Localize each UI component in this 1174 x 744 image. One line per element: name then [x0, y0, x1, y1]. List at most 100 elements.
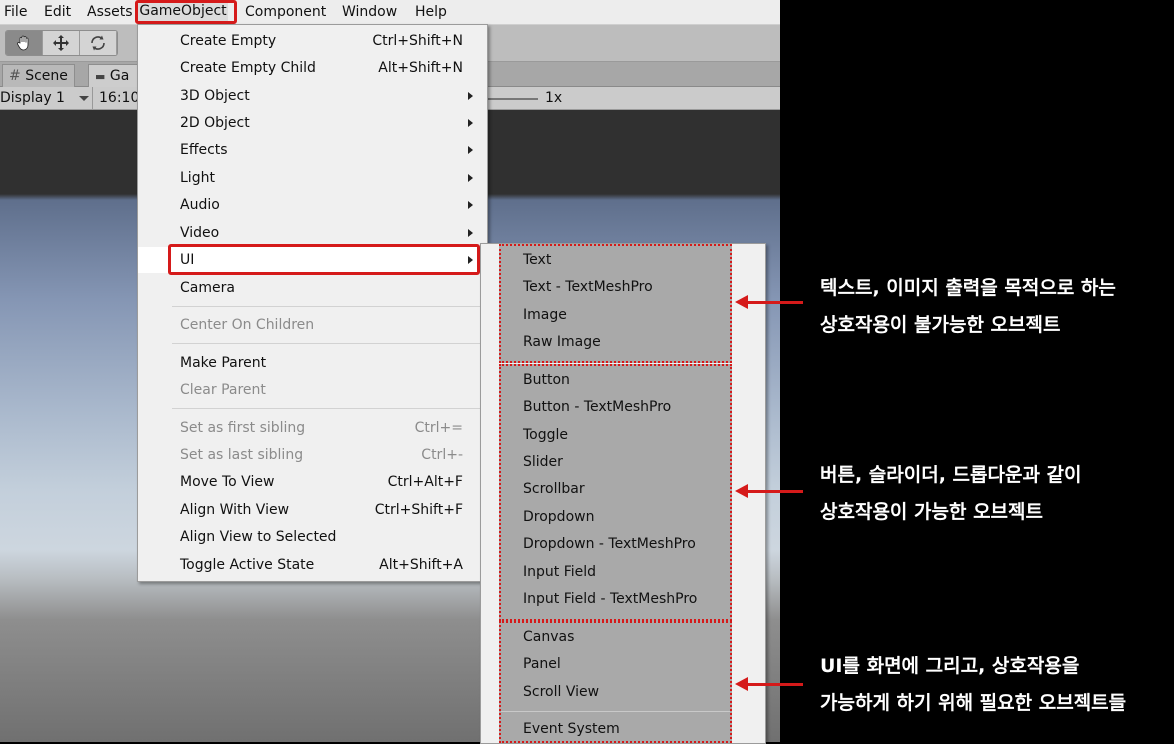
- menu-align-with-view[interactable]: Align With View Ctrl+Shift+F: [138, 497, 487, 523]
- hand-tool-button[interactable]: [6, 31, 43, 55]
- menu-item-shortcut: Ctrl+=: [414, 420, 463, 436]
- ui-highlight-box: [168, 244, 480, 275]
- menu-component[interactable]: Component: [245, 3, 326, 21]
- menu-item-label: Toggle Active State: [180, 557, 315, 573]
- ui-submenu: Text Text - TextMeshPro Image Raw Image …: [480, 243, 766, 744]
- submenu-scrollbar[interactable]: Scrollbar: [523, 478, 585, 500]
- tab-game-label: Ga: [109, 68, 130, 84]
- submenu-raw-image[interactable]: Raw Image: [523, 331, 601, 353]
- menu-2d-object[interactable]: 2D Object: [138, 110, 487, 136]
- menu-clear-parent: Clear Parent: [138, 377, 487, 403]
- scene-hash-icon: #: [9, 68, 21, 84]
- menu-audio[interactable]: Audio: [138, 192, 487, 218]
- scale-value: 1x: [545, 90, 563, 106]
- menu-item-label: 2D Object: [180, 115, 250, 131]
- submenu-input-field-tmp[interactable]: Input Field - TextMeshPro: [523, 588, 697, 610]
- gameobject-highlight-box: [135, 0, 237, 24]
- menu-item-label: Set as first sibling: [180, 420, 306, 436]
- menu-item-label: Create Empty Child: [180, 60, 316, 76]
- chevron-down-icon: [79, 96, 89, 101]
- menu-create-empty-child[interactable]: Create Empty Child Alt+Shift+N: [138, 55, 487, 81]
- menu-item-shortcut: Ctrl+Alt+F: [387, 474, 463, 490]
- menu-video[interactable]: Video: [138, 220, 487, 246]
- display-select[interactable]: Display 1: [0, 89, 65, 107]
- hand-icon: [17, 35, 29, 51]
- submenu-scroll-view[interactable]: Scroll View: [523, 681, 599, 703]
- menu-light[interactable]: Light: [138, 165, 487, 191]
- menu-item-label: Camera: [180, 280, 235, 296]
- move-tool-button[interactable]: [43, 31, 80, 55]
- menu-set-first-sibling: Set as first sibling Ctrl+=: [138, 415, 487, 441]
- submenu-text[interactable]: Text: [523, 249, 551, 271]
- submenu-input-field[interactable]: Input Field: [523, 561, 596, 583]
- annotation-2-line1: 버튼, 슬라이더, 드롭다운과 같이: [820, 464, 1082, 486]
- annotation-1-line2: 상호작용이 불가능한 오브젝트: [820, 314, 1061, 336]
- tab-scene[interactable]: # Scene: [2, 64, 75, 87]
- annotation-3-line2: 가능하게 하기 위해 필요한 오브젝트들: [820, 692, 1127, 714]
- menu-create-empty[interactable]: Create Empty Ctrl+Shift+N: [138, 28, 487, 54]
- menu-item-label: Move To View: [180, 474, 275, 490]
- submenu-slider[interactable]: Slider: [523, 451, 563, 473]
- submenu-event-system[interactable]: Event System: [523, 718, 620, 740]
- menu-item-shortcut: Ctrl+Shift+N: [372, 33, 463, 49]
- menu-separator: [172, 306, 480, 307]
- submenu-arrow-icon: [468, 146, 473, 154]
- annotation-arrow-3: [735, 677, 803, 691]
- menu-item-label: Audio: [180, 197, 220, 213]
- submenu-arrow-icon: [468, 174, 473, 182]
- submenu-arrow-icon: [468, 92, 473, 100]
- menu-item-label: Make Parent: [180, 355, 267, 371]
- menu-item-label: Align View to Selected: [180, 529, 337, 545]
- menu-set-last-sibling: Set as last sibling Ctrl+-: [138, 442, 487, 468]
- menu-move-to-view[interactable]: Move To View Ctrl+Alt+F: [138, 469, 487, 495]
- submenu-image[interactable]: Image: [523, 304, 567, 326]
- submenu-arrow-icon: [468, 201, 473, 209]
- submenu-canvas[interactable]: Canvas: [523, 626, 574, 648]
- scale-slider[interactable]: [486, 98, 538, 100]
- menu-window[interactable]: Window: [342, 3, 397, 21]
- rotate-icon: [91, 35, 105, 51]
- menu-edit[interactable]: Edit: [44, 3, 71, 21]
- menu-make-parent[interactable]: Make Parent: [138, 350, 487, 376]
- menu-3d-object[interactable]: 3D Object: [138, 83, 487, 109]
- submenu-button-tmp[interactable]: Button - TextMeshPro: [523, 396, 671, 418]
- submenu-arrow-icon: [468, 229, 473, 237]
- menu-item-label: Video: [180, 225, 220, 241]
- aspect-select[interactable]: 16:10: [99, 89, 139, 107]
- submenu-dropdown-tmp[interactable]: Dropdown - TextMeshPro: [523, 533, 696, 555]
- menu-separator: [172, 343, 480, 344]
- menu-item-label: Set as last sibling: [180, 447, 304, 463]
- submenu-toggle[interactable]: Toggle: [523, 424, 568, 446]
- menu-camera[interactable]: Camera: [138, 275, 487, 301]
- transform-tools: [5, 30, 118, 56]
- menu-separator: [172, 408, 480, 409]
- submenu-arrow-icon: [468, 119, 473, 127]
- menu-item-label: Center On Children: [180, 317, 315, 333]
- menu-item-label: Light: [180, 170, 215, 186]
- menu-file[interactable]: File: [4, 3, 27, 21]
- annotation-arrow-1: [735, 295, 803, 309]
- gameobject-menu: Create Empty Ctrl+Shift+N Create Empty Ch…: [137, 24, 488, 582]
- menu-item-label: Align With View: [180, 502, 290, 518]
- submenu-panel[interactable]: Panel: [523, 653, 561, 675]
- tab-scene-label: Scene: [25, 68, 68, 84]
- submenu-button[interactable]: Button: [523, 369, 570, 391]
- divider: [92, 87, 93, 109]
- menu-effects[interactable]: Effects: [138, 137, 487, 163]
- submenu-separator: [501, 711, 730, 712]
- menu-assets[interactable]: Assets: [87, 3, 133, 21]
- annotation-1-line1: 텍스트, 이미지 출력을 목적으로 하는: [820, 277, 1116, 299]
- submenu-dropdown[interactable]: Dropdown: [523, 506, 594, 528]
- menu-item-label: Clear Parent: [180, 382, 266, 398]
- annotation-1: 텍스트, 이미지 출력을 목적으로 하는 상호작용이 불가능한 오브젝트: [820, 270, 1116, 344]
- menu-item-shortcut: Ctrl+-: [421, 447, 463, 463]
- menu-help[interactable]: Help: [415, 3, 447, 21]
- menu-item-shortcut: Alt+Shift+A: [379, 557, 463, 573]
- annotation-3-line1: UI를 화면에 그리고, 상호작용을: [820, 655, 1080, 677]
- rotate-tool-button[interactable]: [80, 31, 117, 55]
- submenu-text-tmp[interactable]: Text - TextMeshPro: [523, 276, 653, 298]
- menu-center-on-children: Center On Children: [138, 312, 487, 338]
- menu-item-label: Effects: [180, 142, 228, 158]
- menu-align-view-to-selected[interactable]: Align View to Selected: [138, 524, 487, 550]
- menu-toggle-active-state[interactable]: Toggle Active State Alt+Shift+A: [138, 552, 487, 578]
